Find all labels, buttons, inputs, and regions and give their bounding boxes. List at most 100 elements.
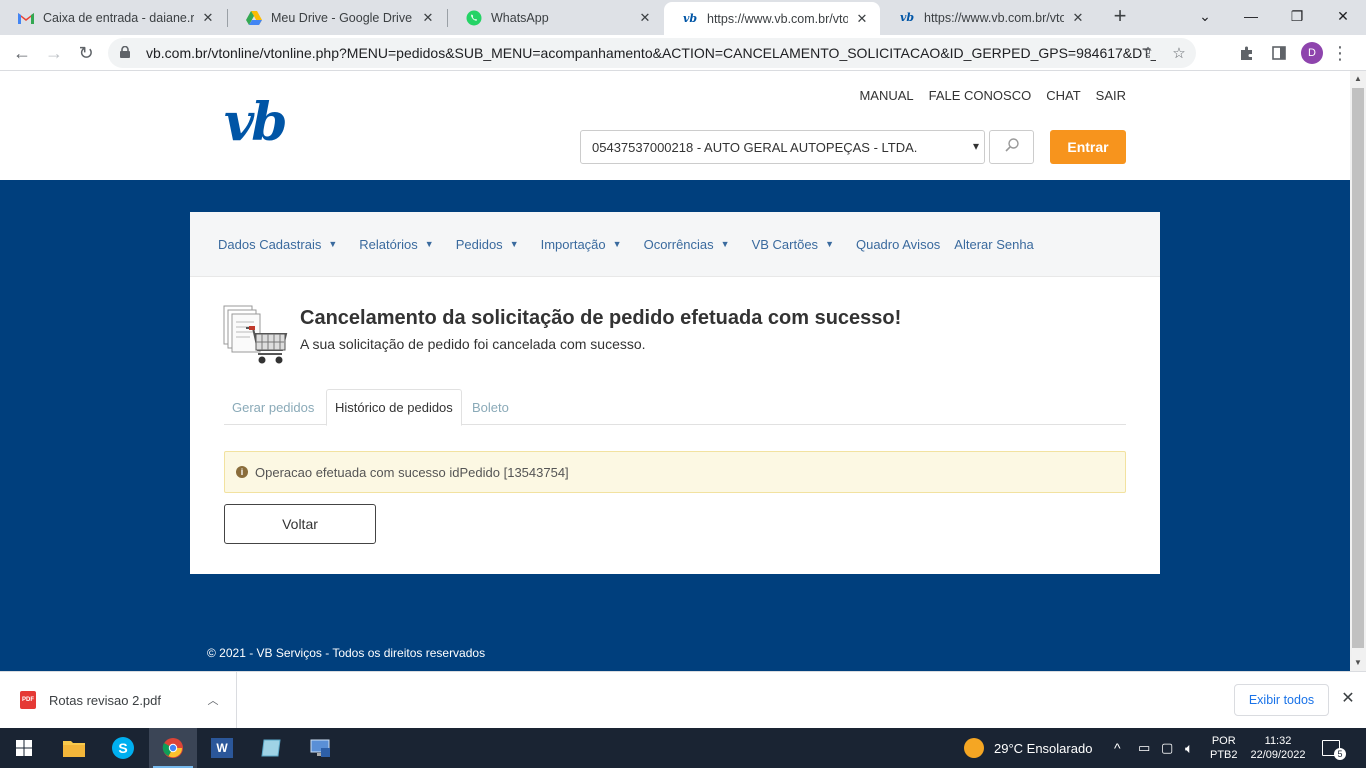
vb-favicon: vb bbox=[682, 12, 698, 25]
windows-start-icon[interactable] bbox=[0, 728, 48, 768]
whatsapp-icon bbox=[466, 10, 482, 26]
chevron-up-icon[interactable]: ︿ bbox=[198, 692, 228, 708]
lock-icon[interactable] bbox=[120, 45, 134, 61]
clock-date: 22/09/2022 bbox=[1250, 749, 1306, 761]
gmail-icon bbox=[18, 10, 34, 26]
menu-label: Alterar Senha bbox=[954, 236, 1034, 252]
menu-label: VB Cartões bbox=[751, 236, 819, 252]
menu-importacao[interactable]: Importação ▼ bbox=[541, 237, 622, 252]
skype-icon[interactable]: S bbox=[99, 728, 147, 768]
menu-pedidos[interactable]: Pedidos ▼ bbox=[456, 237, 519, 252]
company-select[interactable]: 05437537000218 - AUTO GERAL AUTOPEÇAS - … bbox=[580, 130, 985, 164]
restore-button[interactable]: ❐ bbox=[1274, 0, 1320, 32]
browser-tab-strip: Caixa de entrada - daiane.ro ✕ Meu Drive… bbox=[0, 0, 1366, 35]
notification-count: 5 bbox=[1334, 748, 1346, 760]
chrome-icon[interactable] bbox=[149, 728, 197, 768]
sair-link[interactable]: SAIR bbox=[1096, 88, 1126, 103]
chevron-up-icon[interactable]: ^ bbox=[1114, 728, 1121, 768]
chevron-down-icon: ▼ bbox=[720, 239, 730, 249]
display-icon[interactable]: ▢ bbox=[1161, 728, 1173, 768]
chat-link[interactable]: CHAT bbox=[1046, 88, 1080, 103]
show-all-downloads-button[interactable]: Exibir todos bbox=[1234, 684, 1329, 716]
close-icon[interactable]: ✕ bbox=[854, 11, 870, 27]
info-icon: i bbox=[236, 466, 248, 478]
chevron-down-icon: ▾ bbox=[972, 139, 979, 153]
notes-app-icon[interactable] bbox=[247, 728, 295, 768]
address-bar[interactable]: vb.com.br/vtonline/vtonline.php?MENU=ped… bbox=[108, 38, 1196, 68]
back-arrow-icon[interactable]: ← bbox=[8, 39, 36, 67]
weather-widget[interactable]: 29°C Ensolarado bbox=[964, 728, 1092, 768]
tab-vb[interactable]: vb https://www.vb.com.br/vtonl ✕ bbox=[881, 0, 1096, 35]
extensions-puzzle-icon[interactable] bbox=[1233, 39, 1261, 67]
alert-message: Operacao efetuada com sucesso idPedido [… bbox=[255, 464, 569, 480]
google-drive-icon bbox=[246, 10, 262, 26]
download-item[interactable]: PDF Rotas revisao 2.pdf ︿ bbox=[0, 672, 237, 728]
remote-desktop-icon[interactable] bbox=[296, 728, 344, 768]
scrollbar-thumb[interactable] bbox=[1352, 88, 1364, 648]
bookmark-star-icon[interactable]: ☆ bbox=[1165, 38, 1193, 68]
menu-alterar-senha[interactable]: Alterar Senha bbox=[954, 237, 1034, 252]
tab-historico-pedidos[interactable]: Histórico de pedidos bbox=[326, 389, 462, 426]
tab-boleto[interactable]: Boleto bbox=[464, 389, 517, 425]
word-icon[interactable]: W bbox=[198, 728, 246, 768]
tab-title: https://www.vb.com.br/vtonl bbox=[707, 11, 848, 26]
menu-ocorrencias[interactable]: Ocorrências ▼ bbox=[644, 237, 730, 252]
close-icon[interactable]: ✕ bbox=[637, 10, 653, 26]
reload-icon[interactable]: ↻ bbox=[72, 39, 100, 67]
success-alert: i Operacao efetuada com sucesso idPedido… bbox=[224, 451, 1126, 493]
tab-gerar-pedidos[interactable]: Gerar pedidos bbox=[224, 389, 322, 425]
url-text: vb.com.br/vtonline/vtonline.php?MENU=ped… bbox=[146, 45, 1156, 61]
forward-arrow-icon[interactable]: → bbox=[40, 39, 68, 67]
tab-title: Meu Drive - Google Drive bbox=[271, 10, 413, 25]
menu-quadro-avisos[interactable]: Quadro Avisos bbox=[856, 237, 940, 252]
new-tab-button[interactable]: + bbox=[1108, 4, 1132, 30]
language-indicator[interactable]: POR PTB2 bbox=[1210, 728, 1238, 768]
scroll-up-icon[interactable]: ▲ bbox=[1350, 71, 1366, 87]
menu-vb-cartoes[interactable]: VB Cartões ▼ bbox=[752, 237, 834, 252]
browser-menu-icon[interactable]: ⋮ bbox=[1326, 39, 1354, 67]
scroll-down-icon[interactable]: ▼ bbox=[1350, 655, 1366, 671]
weather-text: 29°C Ensolarado bbox=[994, 740, 1093, 756]
close-icon[interactable]: ✕ bbox=[200, 10, 216, 26]
fale-conosco-link[interactable]: FALE CONOSCO bbox=[929, 88, 1032, 103]
share-icon[interactable]: ⇪ bbox=[1134, 38, 1162, 68]
sun-icon bbox=[964, 738, 984, 758]
tab-title: Caixa de entrada - daiane.ro bbox=[43, 10, 194, 25]
network-icon[interactable]: ▭ bbox=[1138, 728, 1150, 768]
tab-search-icon[interactable]: ⌄ bbox=[1182, 0, 1228, 32]
close-icon[interactable]: ✕ bbox=[420, 10, 436, 26]
tab-whatsapp[interactable]: WhatsApp ✕ bbox=[448, 0, 663, 35]
tab-google-drive[interactable]: Meu Drive - Google Drive ✕ bbox=[228, 0, 446, 35]
page-title: Cancelamento da solicitação de pedido ef… bbox=[300, 307, 902, 329]
minimize-button[interactable]: — bbox=[1228, 0, 1274, 32]
tab-vb-active[interactable]: vb https://www.vb.com.br/vtonl ✕ bbox=[664, 2, 880, 35]
close-icon[interactable]: ✕ bbox=[1338, 688, 1358, 712]
tab-gmail[interactable]: Caixa de entrada - daiane.ro ✕ bbox=[0, 0, 226, 35]
search-button[interactable] bbox=[989, 130, 1034, 164]
vb-logo[interactable]: vb bbox=[224, 97, 288, 149]
search-icon bbox=[1004, 137, 1020, 157]
avatar: D bbox=[1301, 42, 1323, 64]
notifications-icon[interactable]: 5 bbox=[1322, 728, 1346, 768]
chevron-down-icon: ▼ bbox=[424, 239, 434, 249]
download-file-name: Rotas revisao 2.pdf bbox=[49, 692, 162, 708]
voltar-button[interactable]: Voltar bbox=[224, 504, 376, 544]
menu-dados-cadastrais[interactable]: Dados Cadastrais ▼ bbox=[218, 237, 337, 252]
tab-title: https://www.vb.com.br/vtonl bbox=[924, 10, 1064, 25]
close-icon[interactable]: ✕ bbox=[1070, 10, 1086, 26]
chevron-down-icon: ▼ bbox=[328, 239, 338, 249]
enter-button[interactable]: Entrar bbox=[1050, 130, 1126, 164]
close-window-button[interactable]: ✕ bbox=[1320, 0, 1366, 32]
volume-icon[interactable]: 🔈︎ bbox=[1185, 728, 1193, 768]
side-panel-icon[interactable] bbox=[1265, 39, 1293, 67]
menu-label: Ocorrências bbox=[643, 236, 714, 252]
page-scrollbar[interactable]: ▲ ▼ bbox=[1350, 71, 1366, 671]
profile-avatar[interactable]: D bbox=[1298, 39, 1326, 67]
manual-link[interactable]: MANUAL bbox=[859, 88, 913, 103]
menu-label: Dados Cadastrais bbox=[218, 236, 322, 252]
file-explorer-icon[interactable] bbox=[50, 728, 98, 768]
clock[interactable]: 11:32 22/09/2022 bbox=[1246, 728, 1310, 768]
menu-relatorios[interactable]: Relatórios ▼ bbox=[359, 237, 433, 252]
company-select-value: 05437537000218 - AUTO GERAL AUTOPEÇAS - … bbox=[592, 139, 918, 155]
windows-taskbar: S W 29°C Ensolarado ^ ▭ ▢ 🔈︎ POR PTB2 11… bbox=[0, 728, 1366, 768]
